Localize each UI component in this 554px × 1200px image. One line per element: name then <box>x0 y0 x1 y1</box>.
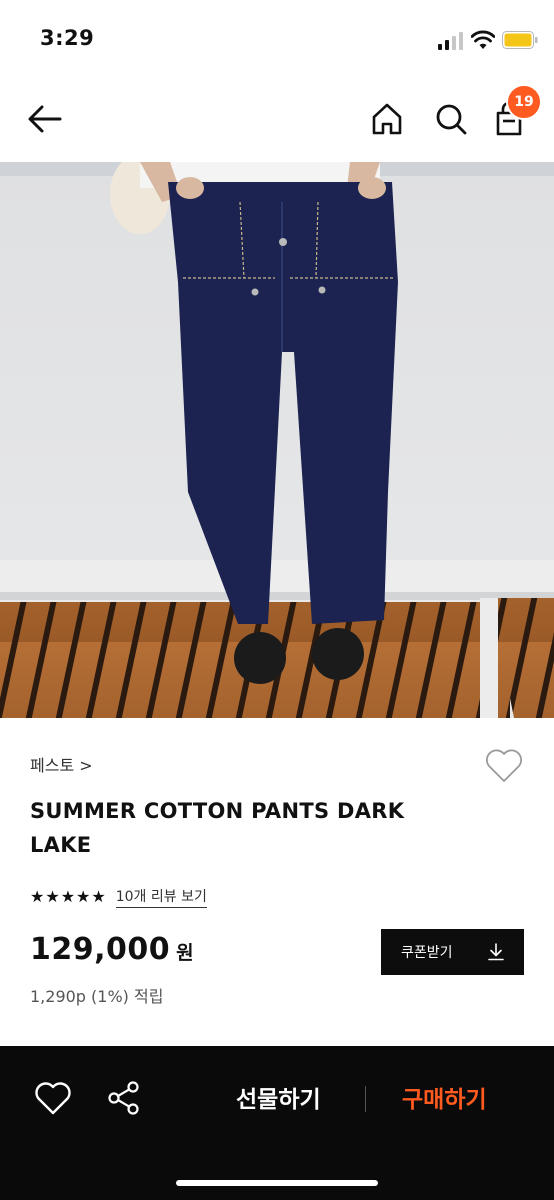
brand-link[interactable]: 페스토 > <box>30 752 93 776</box>
star-icon: ★ <box>45 887 60 906</box>
price: 129,000 <box>30 932 171 967</box>
divider <box>365 1086 366 1112</box>
status-time: 3:29 <box>40 26 95 50</box>
gift-button[interactable]: 선물하기 <box>236 1080 321 1114</box>
heart-icon[interactable] <box>484 746 524 784</box>
home-indicator <box>176 1180 378 1186</box>
star-icon: ★ <box>60 887 76 906</box>
buy-button[interactable]: 구매하기 <box>402 1080 487 1114</box>
battery-icon <box>502 31 538 49</box>
star-icon: ★ <box>30 887 45 906</box>
cart-count-badge: 19 <box>506 84 542 120</box>
download-icon <box>488 943 504 961</box>
status-bar: 3:29 <box>0 0 554 80</box>
coupon-label: 쿠폰받기 <box>401 945 453 961</box>
coupon-download-button[interactable]: 쿠폰받기 <box>381 929 524 975</box>
share-icon[interactable] <box>106 1080 142 1116</box>
star-icon: ★ <box>91 887 106 906</box>
wishlist-heart-icon[interactable] <box>34 1080 72 1116</box>
currency: 원 <box>176 942 194 964</box>
bottom-action-bar: 선물하기 구매하기 <box>0 1046 554 1200</box>
cellular-signal-icon <box>438 32 463 50</box>
star-rating: ★ ★ ★ ★ ★ <box>30 889 106 905</box>
top-navigation: 19 <box>0 80 554 162</box>
wifi-icon <box>471 30 495 49</box>
price-row: 129,000 원 <box>30 932 194 967</box>
search-icon[interactable] <box>430 98 472 140</box>
product-title: SUMMER COTTON PANTS DARK LAKE <box>30 799 405 857</box>
star-icon: ★ <box>76 887 91 906</box>
product-photo <box>0 162 554 718</box>
home-icon[interactable] <box>366 98 408 140</box>
product-image[interactable] <box>0 162 554 718</box>
rating-row: ★ ★ ★ ★ ★ 10개 리뷰 보기 <box>30 885 207 909</box>
review-link[interactable]: 10개 리뷰 보기 <box>115 886 207 908</box>
reward-points: 1,290p (1%) 적립 <box>30 987 164 1006</box>
back-arrow-icon[interactable] <box>24 98 66 140</box>
